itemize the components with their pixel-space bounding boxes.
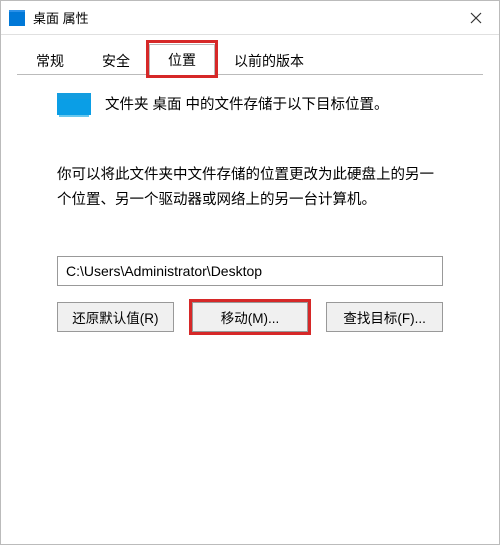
properties-window: 桌面 属性 常规 安全 位置 以前的版本 文件夹 桌面 中的文件存储于以下目标位… (0, 0, 500, 545)
tab-previous-versions[interactable]: 以前的版本 (215, 45, 323, 76)
close-button[interactable] (453, 1, 499, 34)
button-row: 还原默认值(R) 移动(M)... 查找目标(F)... (57, 302, 443, 332)
restore-defaults-button[interactable]: 还原默认值(R) (57, 302, 174, 332)
tab-row: 常规 安全 位置 以前的版本 (17, 45, 483, 75)
desktop-icon (9, 10, 25, 26)
tab-security[interactable]: 安全 (83, 45, 149, 76)
find-target-button[interactable]: 查找目标(F)... (326, 302, 443, 332)
folder-screen-icon (57, 93, 91, 119)
description-text: 你可以将此文件夹中文件存储的位置更改为此硬盘上的另一个位置、另一个驱动器或网络上… (57, 163, 443, 212)
tab-general[interactable]: 常规 (17, 45, 83, 76)
move-button[interactable]: 移动(M)... (192, 302, 309, 332)
window-title: 桌面 属性 (33, 8, 453, 27)
tab-area: 常规 安全 位置 以前的版本 文件夹 桌面 中的文件存储于以下目标位置。 你可以… (1, 35, 499, 332)
tab-location[interactable]: 位置 (149, 44, 215, 76)
info-text: 文件夹 桌面 中的文件存储于以下目标位置。 (105, 95, 389, 117)
tab-content: 文件夹 桌面 中的文件存储于以下目标位置。 你可以将此文件夹中文件存储的位置更改… (17, 75, 483, 332)
titlebar: 桌面 属性 (1, 1, 499, 35)
path-input[interactable] (57, 256, 443, 286)
info-row: 文件夹 桌面 中的文件存储于以下目标位置。 (57, 93, 443, 119)
